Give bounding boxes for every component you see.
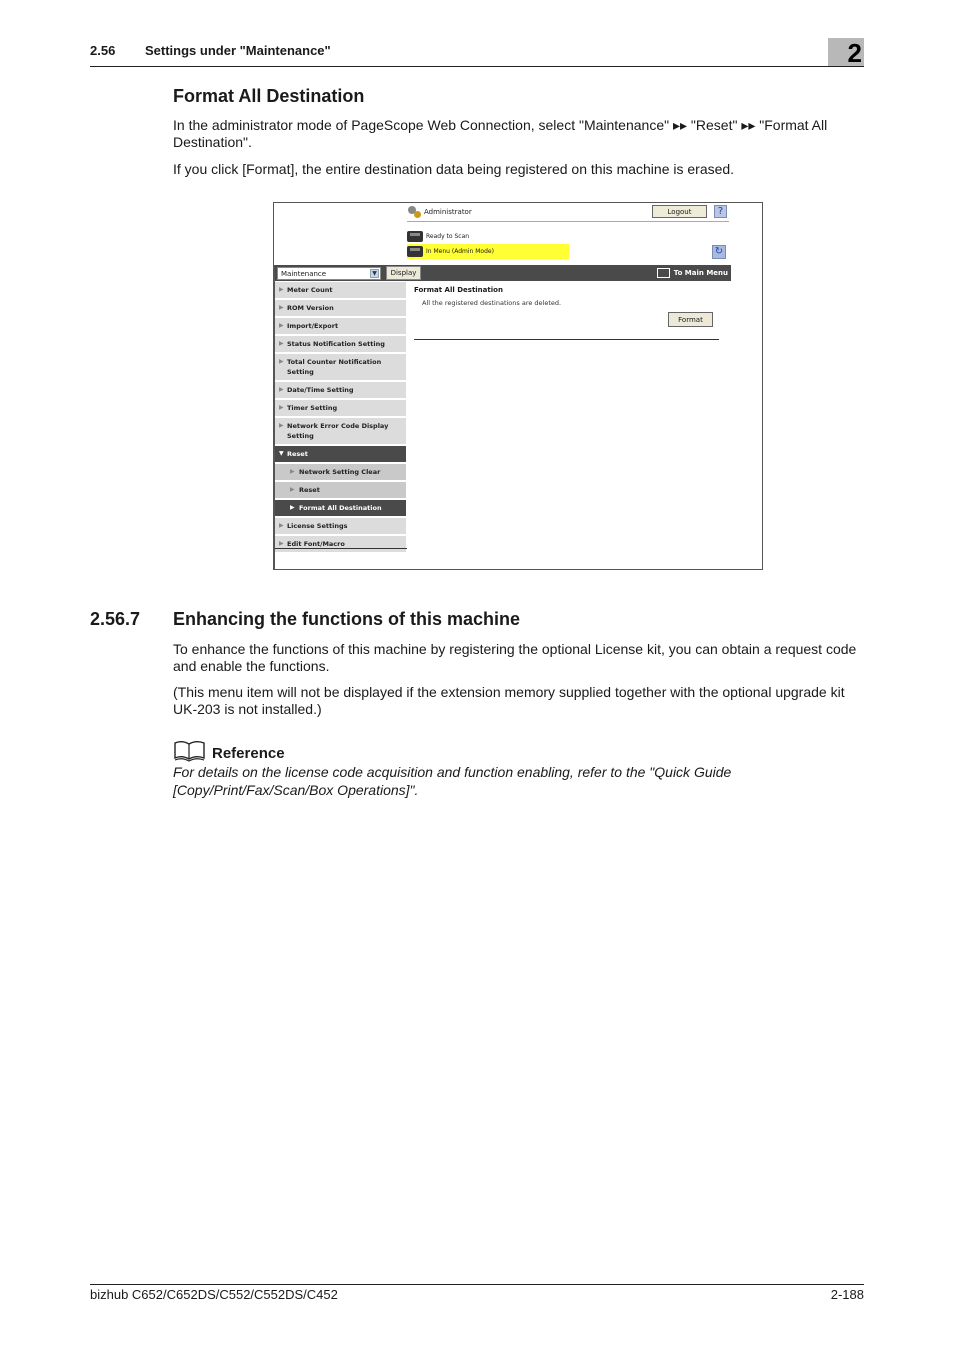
triangle-right-icon: ▶ [279, 386, 284, 393]
status-mode-label: In Menu (Admin Mode) [426, 248, 494, 255]
to-main-menu-link[interactable]: To Main Menu [656, 266, 728, 280]
triangle-right-icon: ▶ [279, 422, 284, 429]
book-icon [174, 741, 205, 762]
format-all-paragraph-1: In the administrator mode of PageScope W… [173, 117, 828, 150]
scanner-icon [407, 231, 423, 242]
chapter-tab: 2 [828, 38, 864, 68]
menu-item-label: Status Notification Setting [287, 340, 385, 348]
menu-item-label: Reset [287, 450, 308, 458]
status-ready: Ready to Scan [407, 231, 469, 242]
menu-item-label: License Settings [287, 522, 348, 530]
maintenance-menu: ▶ Meter Count ▶ ROM Version ▶ Import/Export ▶ S… [275, 282, 406, 554]
menu-item-label: Network Setting Clear [299, 468, 381, 476]
content-description: All the registered destinations are dele… [422, 299, 562, 307]
triangle-down-icon: ▼ [279, 450, 284, 457]
admin-user: Administrator [407, 206, 472, 218]
menu-item[interactable]: ▶ Status Notification Setting [275, 336, 406, 354]
printer-icon [407, 246, 423, 257]
menu-item-label: Edit Font/Macro [287, 540, 345, 548]
menu-item[interactable]: ▼ Reset [275, 446, 406, 464]
display-button[interactable]: Display [386, 266, 421, 280]
status-mode: In Menu (Admin Mode) [407, 244, 569, 259]
chapter-number: 2 [847, 38, 862, 68]
enhancing-paragraph-1: To enhance the functions of this machine… [173, 641, 857, 674]
menu-item[interactable]: ▶ Import/Export [275, 318, 406, 336]
triangle-right-icon: ▶ [290, 504, 295, 511]
content-title: Format All Destination [414, 286, 503, 294]
divider [407, 221, 729, 222]
refresh-icon[interactable]: ↻ [712, 245, 726, 259]
format-all-paragraph-2: If you click [Format], the entire destin… [173, 161, 735, 177]
menu-item[interactable]: ▶ Network Setting Clear [275, 464, 406, 482]
menu-item[interactable]: ▶ Format All Destination [275, 500, 406, 518]
section-number: 2.56 [90, 43, 116, 58]
footer-product: bizhub C652/C652DS/C552/C552DS/C452 [90, 1287, 338, 1302]
enhancing-paragraph-2: (This menu item will not be displayed if… [173, 684, 845, 717]
triangle-right-icon: ▶ [279, 340, 284, 347]
menu-item[interactable]: ▶ ROM Version [275, 300, 406, 318]
enhancing-section-number: 2.56.7 [90, 609, 141, 629]
reference-label: Reference [212, 745, 285, 762]
menu-item-label: Reset [299, 486, 320, 494]
menu-item[interactable]: ▶ License Settings [275, 518, 406, 536]
admin-label: Administrator [424, 208, 472, 216]
footer-page-number: 2-188 [830, 1287, 864, 1302]
menu-item[interactable]: ▶ Total Counter Notification Setting [275, 354, 406, 382]
menu-item[interactable]: ▶ Timer Setting [275, 400, 406, 418]
to-main-menu-label: To Main Menu [673, 269, 728, 277]
menu-item[interactable]: ▶ Network Error Code Display Setting [275, 418, 406, 446]
reference-block: Reference [173, 740, 285, 762]
page-header: 2.56 Settings under "Maintenance" [90, 42, 864, 67]
menu-item-label: Timer Setting [287, 404, 338, 412]
section-title: Settings under "Maintenance" [145, 43, 331, 58]
enhancing-heading: 2.56.7 Enhancing the functions of this ma… [90, 609, 520, 630]
enhancing-title: Enhancing the functions of this machine [173, 609, 521, 629]
menu-item-label: Network Error Code Display Setting [287, 422, 389, 440]
logout-button[interactable]: Logout [652, 205, 707, 218]
triangle-right-icon: ▶ [279, 404, 284, 411]
triangle-right-icon: ▶ [290, 486, 295, 493]
page-footer: bizhub C652/C652DS/C552/C552DS/C452 2-18… [90, 1284, 864, 1302]
menu-item[interactable]: ▶ Date/Time Setting [275, 382, 406, 400]
menu-item-label: Date/Time Setting [287, 386, 354, 394]
main-menu-icon [656, 268, 670, 278]
menu-end-divider [275, 548, 407, 549]
triangle-right-icon: ▶ [279, 286, 284, 293]
menu-item[interactable]: ▶ Edit Font/Macro [275, 536, 406, 554]
menu-item-label: Total Counter Notification Setting [287, 358, 382, 376]
content-divider [414, 339, 719, 340]
status-ready-label: Ready to Scan [426, 233, 470, 240]
category-select-value: Maintenance [281, 270, 327, 278]
format-all-heading: Format All Destination [173, 86, 365, 106]
administrator-icon [407, 206, 421, 218]
triangle-right-icon: ▶ [279, 304, 284, 311]
triangle-right-icon: ▶ [290, 468, 295, 475]
chevron-down-icon[interactable]: ▼ [370, 269, 379, 278]
menu-item-label: Meter Count [287, 286, 333, 294]
menu-item-label: Format All Destination [299, 504, 382, 512]
triangle-right-icon: ▶ [279, 322, 284, 329]
help-icon[interactable]: ? [714, 205, 727, 218]
menu-item[interactable]: ▶ Reset [275, 482, 406, 500]
web-connection-screenshot: Administrator Logout ? Ready to Scan In … [273, 202, 763, 570]
menu-item-label: ROM Version [287, 304, 334, 312]
triangle-right-icon: ▶ [279, 358, 284, 365]
menu-item[interactable]: ▶ Meter Count [275, 282, 406, 300]
category-select[interactable]: Maintenance ▼ [277, 267, 381, 280]
menu-item-label: Import/Export [287, 322, 339, 330]
format-button[interactable]: Format [668, 312, 713, 327]
reference-text: For details on the license code acquisit… [173, 764, 732, 798]
triangle-right-icon: ▶ [279, 522, 284, 529]
